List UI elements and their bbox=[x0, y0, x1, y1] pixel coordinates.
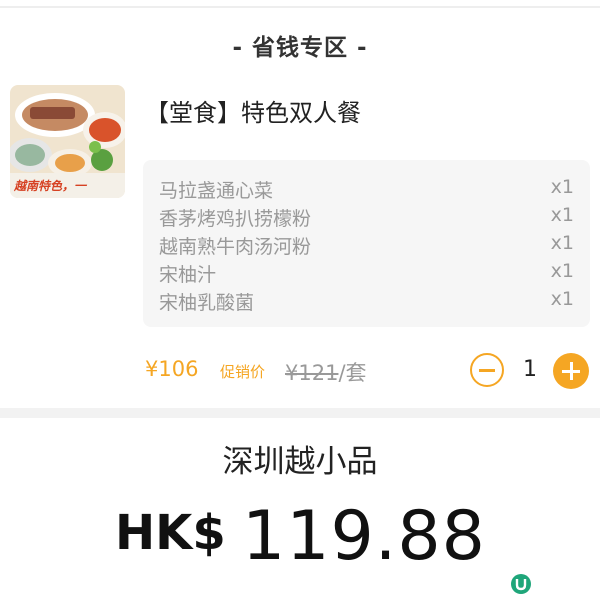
increase-quantity-button[interactable] bbox=[553, 353, 589, 389]
top-divider bbox=[0, 6, 600, 8]
price-row: ¥106 促销价 ¥121/套 1 bbox=[145, 353, 595, 389]
list-item: 越南熟牛肉汤河粉 x1 bbox=[159, 232, 574, 260]
item-qty: x1 bbox=[550, 232, 574, 254]
decrease-quantity-button[interactable] bbox=[470, 353, 504, 387]
promo-label: 促销价 bbox=[220, 363, 266, 381]
item-name: 宋柚汁 bbox=[159, 264, 217, 286]
section-divider bbox=[0, 408, 600, 418]
deal-items-box: 马拉盏通心菜 x1 香茅烤鸡扒捞檬粉 x1 越南熟牛肉汤河粉 x1 宋柚汁 x1… bbox=[143, 160, 590, 327]
sale-price: ¥106 bbox=[145, 357, 199, 381]
currency-label: HK$ bbox=[115, 505, 226, 561]
deal-image[interactable]: 越南特色，一 bbox=[10, 85, 125, 198]
list-item: 宋柚汁 x1 bbox=[159, 260, 574, 288]
restaurant-name: 深圳越小品 bbox=[222, 444, 378, 480]
original-price: ¥121 bbox=[285, 361, 339, 385]
price-unit: /套 bbox=[338, 361, 367, 385]
item-qty: x1 bbox=[550, 176, 574, 198]
list-item: 香茅烤鸡扒捞檬粉 x1 bbox=[159, 204, 574, 232]
item-qty: x1 bbox=[550, 288, 574, 310]
image-caption: 越南特色，一 bbox=[14, 179, 87, 193]
item-name: 香茅烤鸡扒捞檬粉 bbox=[159, 208, 312, 230]
u-logo-icon bbox=[510, 573, 532, 595]
item-qty: x1 bbox=[550, 204, 574, 226]
quantity-value: 1 bbox=[523, 357, 537, 382]
deal-page: - 省钱专区 - 越南特色，一 【堂食】特色双人餐 马拉盏通心菜 x1 香茅烤鸡… bbox=[0, 0, 600, 600]
item-name: 越南熟牛肉汤河粉 bbox=[159, 236, 312, 258]
item-qty: x1 bbox=[550, 260, 574, 282]
deal-name[interactable]: 【堂食】特色双人餐 bbox=[145, 93, 361, 128]
list-item: 马拉盏通心菜 x1 bbox=[159, 176, 574, 204]
original-price-block: ¥121/套 bbox=[285, 357, 367, 387]
list-item: 宋柚乳酸菌 x1 bbox=[159, 288, 574, 316]
item-name: 马拉盏通心菜 bbox=[159, 180, 274, 202]
total-amount: 119.88 bbox=[242, 497, 486, 576]
section-title: - 省钱专区 - bbox=[232, 35, 368, 61]
item-name: 宋柚乳酸菌 bbox=[159, 292, 255, 314]
